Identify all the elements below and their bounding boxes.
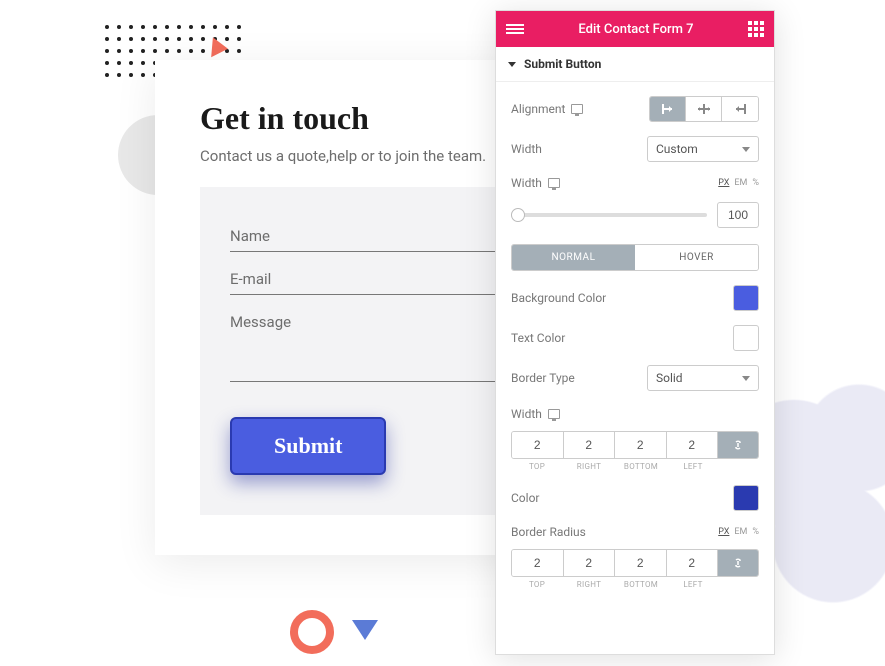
width-slider[interactable] xyxy=(511,213,707,217)
radius-left-input[interactable] xyxy=(667,550,718,576)
width-select[interactable]: Custom xyxy=(647,136,759,162)
unit-px[interactable]: PX xyxy=(718,527,729,537)
alignment-label: Alignment xyxy=(511,102,565,116)
border-width-label: Width xyxy=(511,407,542,421)
panel-title: Edit Contact Form 7 xyxy=(578,22,693,37)
section-toggle[interactable]: Submit Button xyxy=(496,47,774,82)
bg-triangle-blue xyxy=(352,620,378,640)
menu-icon[interactable] xyxy=(506,24,524,34)
align-left-button[interactable] xyxy=(650,97,686,121)
link-icon xyxy=(732,438,744,452)
chevron-down-icon xyxy=(742,147,750,152)
border-top-input[interactable] xyxy=(512,432,563,458)
width-slider-label: Width xyxy=(511,176,542,190)
responsive-icon[interactable] xyxy=(548,178,560,188)
dim-left-label: LEFT xyxy=(667,462,719,471)
dim-right-label: RIGHT xyxy=(563,462,615,471)
align-center-button[interactable] xyxy=(686,97,722,121)
caret-down-icon xyxy=(508,62,516,67)
slider-knob[interactable] xyxy=(511,208,525,222)
border-type-select[interactable]: Solid xyxy=(647,365,759,391)
link-values-button[interactable] xyxy=(718,550,758,576)
editor-panel: Edit Contact Form 7 Submit Button Alignm… xyxy=(495,10,775,655)
bg-ring xyxy=(290,610,334,654)
name-field[interactable]: Name xyxy=(230,227,540,252)
dim-top-label: TOP xyxy=(511,462,563,471)
tab-hover[interactable]: HOVER xyxy=(635,245,758,270)
border-width-inputs xyxy=(511,431,759,459)
radius-bottom-input[interactable] xyxy=(615,550,666,576)
unit-em[interactable]: EM xyxy=(734,527,747,537)
bg-triangle-red xyxy=(211,37,229,58)
widgets-icon[interactable] xyxy=(748,21,764,37)
border-color-label: Color xyxy=(511,491,539,505)
link-icon xyxy=(732,556,744,570)
border-color-swatch[interactable] xyxy=(733,485,759,511)
dim-top-label: TOP xyxy=(511,580,563,589)
border-right-input[interactable] xyxy=(564,432,615,458)
unit-pct[interactable]: % xyxy=(752,178,759,188)
link-values-button[interactable] xyxy=(718,432,758,458)
border-radius-inputs xyxy=(511,549,759,577)
border-left-input[interactable] xyxy=(667,432,718,458)
tab-normal[interactable]: NORMAL xyxy=(512,245,635,270)
border-type-value: Solid xyxy=(656,371,683,385)
radius-right-input[interactable] xyxy=(564,550,615,576)
border-bottom-input[interactable] xyxy=(615,432,666,458)
dim-bottom-label: BOTTOM xyxy=(615,580,667,589)
width-input[interactable] xyxy=(717,202,759,228)
bg-color-swatch[interactable] xyxy=(733,285,759,311)
chevron-down-icon xyxy=(742,376,750,381)
dim-bottom-label: BOTTOM xyxy=(615,462,667,471)
panel-header: Edit Contact Form 7 xyxy=(496,11,774,47)
border-type-label: Border Type xyxy=(511,371,575,385)
text-color-label: Text Color xyxy=(511,331,565,345)
align-right-button[interactable] xyxy=(722,97,758,121)
section-title: Submit Button xyxy=(524,57,601,71)
text-color-swatch[interactable] xyxy=(733,325,759,351)
responsive-icon[interactable] xyxy=(548,409,560,419)
dim-left-label: LEFT xyxy=(667,580,719,589)
width-select-label: Width xyxy=(511,142,542,156)
message-field[interactable]: Message xyxy=(230,313,540,382)
bg-color-label: Background Color xyxy=(511,291,606,305)
dim-right-label: RIGHT xyxy=(563,580,615,589)
submit-button[interactable]: Submit xyxy=(230,417,386,475)
email-field[interactable]: E-mail xyxy=(230,270,540,295)
border-radius-label: Border Radius xyxy=(511,525,586,539)
width-select-value: Custom xyxy=(656,142,698,156)
radius-top-input[interactable] xyxy=(512,550,563,576)
unit-em[interactable]: EM xyxy=(734,178,747,188)
alignment-group xyxy=(649,96,759,122)
unit-px[interactable]: PX xyxy=(718,178,729,188)
unit-pct[interactable]: % xyxy=(752,527,759,537)
responsive-icon[interactable] xyxy=(571,104,583,114)
